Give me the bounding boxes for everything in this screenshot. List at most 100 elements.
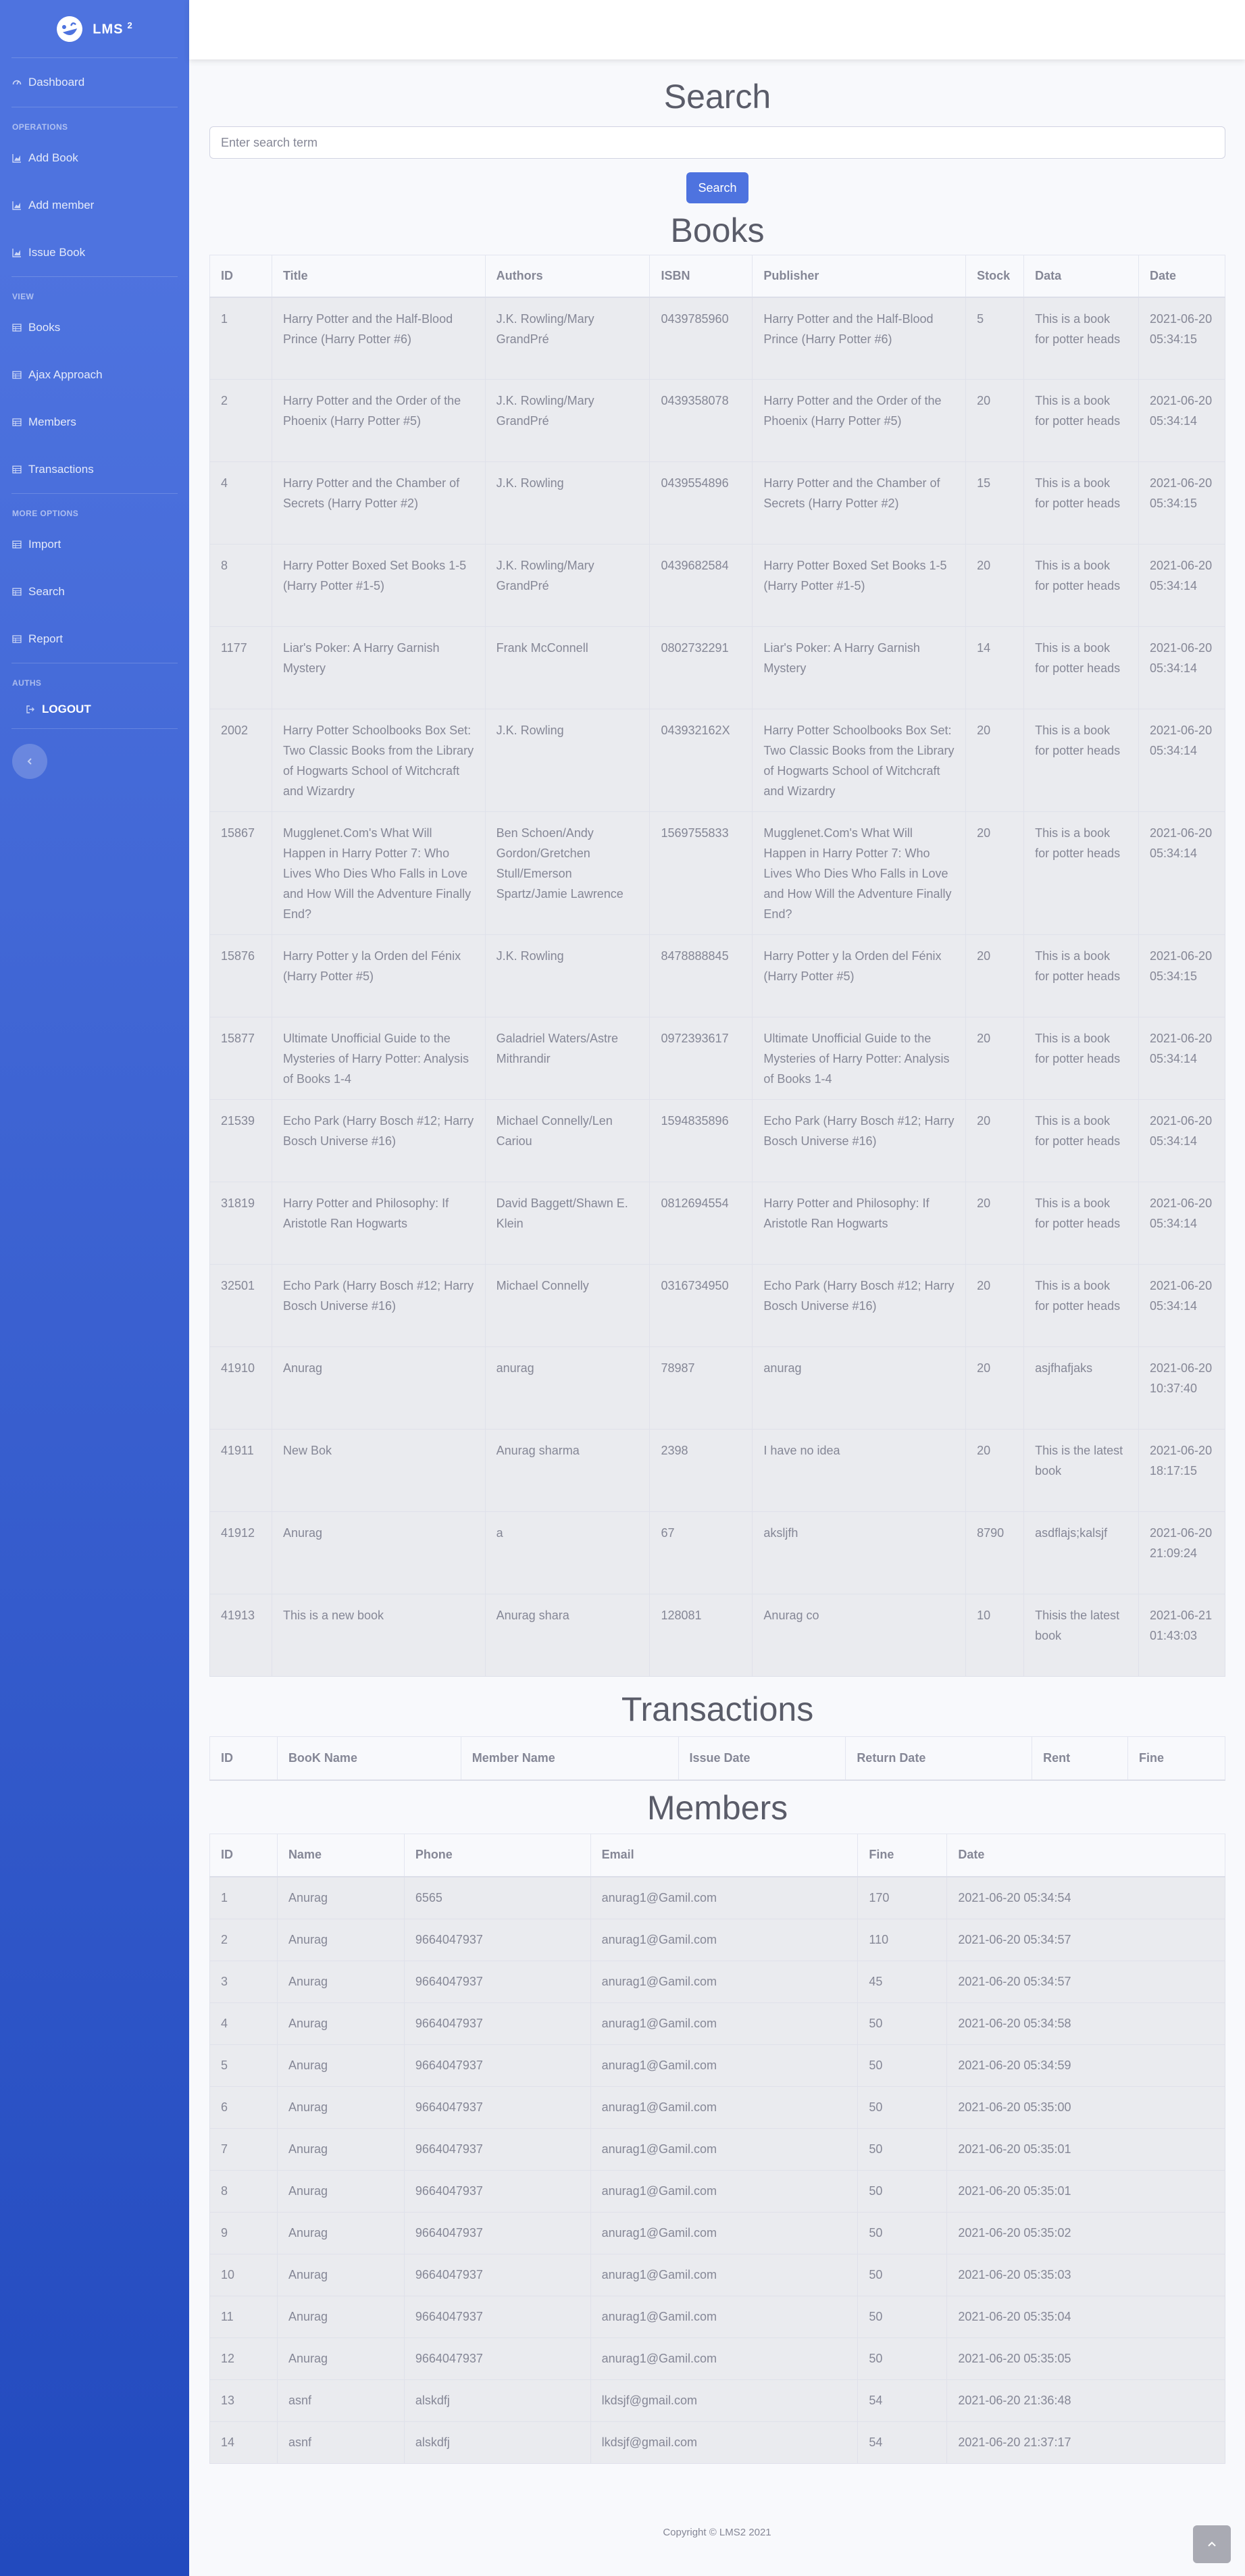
table-cell: 128081 — [649, 1594, 753, 1677]
books-column-header: Stock — [965, 255, 1025, 298]
table-cell: J.K. Rowling/Mary GrandPré — [484, 297, 651, 380]
sidebar-item-ajax-approach[interactable]: Ajax Approach — [0, 351, 189, 399]
table-cell: 20 — [965, 811, 1025, 935]
table-cell: Anurag — [271, 1511, 486, 1594]
transactions-column-header: Member Name — [460, 1736, 679, 1781]
table-cell: 2021-06-20 05:35:04 — [946, 2295, 1225, 2338]
table-cell: 13 — [209, 2379, 278, 2422]
table-cell: 4 — [209, 461, 272, 545]
sidebar-brand[interactable]: LMS 2 — [0, 0, 189, 57]
transactions-title: Transactions — [621, 1690, 814, 1728]
table-cell: 15867 — [209, 811, 272, 935]
table-cell: anurag1@Gamil.com — [590, 2044, 859, 2087]
table-cell: Michael Connelly/Len Cariou — [484, 1099, 651, 1182]
search-button[interactable]: Search — [686, 172, 748, 203]
table-row: 8 Anurag 9664047937 anurag1@Gamil.com 50 2021… — [209, 2169, 1225, 2213]
sidebar-item-transactions[interactable]: Transactions — [0, 446, 189, 493]
table-cell: Anurag — [276, 2044, 405, 2087]
table-cell: Harry Potter Boxed Set Books 1-5 (Harry … — [271, 544, 486, 627]
table-cell: 11 — [209, 2295, 278, 2338]
table-icon — [12, 371, 22, 379]
sidebar-item-add-member[interactable]: Add member — [0, 182, 189, 229]
sidebar-item-books[interactable]: Books — [0, 304, 189, 351]
table-row: 9 Anurag 9664047937 anurag1@Gamil.com 50 2021… — [209, 2211, 1225, 2254]
table-cell: Anurag — [276, 1876, 405, 1919]
members-column-header: Name — [276, 1833, 405, 1877]
chevron-left-icon — [27, 758, 32, 765]
sidebar-item-logout[interactable]: LOGOUT — [0, 690, 189, 728]
table-row: 1177 Liar's Poker: A Harry Garnish Myster… — [209, 626, 1225, 709]
table-cell: This is a book for potter heads — [1023, 934, 1139, 1017]
sidebar: LMS 2 Dashboard OPERATIONS Add Book Add m… — [0, 0, 189, 2576]
table-cell: 78987 — [649, 1346, 753, 1430]
table-row: 1 Harry Potter and the Half-Blood Prince … — [209, 297, 1225, 380]
table-cell: Harry Potter and Philosophy: If Aristotl… — [271, 1182, 486, 1265]
table-cell: 20 — [965, 1099, 1025, 1182]
books-table: ID Title Authors ISBN Publisher Stock Data Date… — [209, 255, 1225, 1677]
table-icon — [12, 540, 22, 549]
scroll-to-top-button[interactable] — [1193, 2525, 1231, 2563]
sidebar-item-issue-book[interactable]: Issue Book — [0, 229, 189, 276]
table-cell: 2021-06-20 05:35:03 — [946, 2253, 1225, 2296]
sidebar-item-search[interactable]: Search — [0, 568, 189, 615]
table-cell: 12 — [209, 2337, 278, 2380]
sidebar-item-import[interactable]: Import — [0, 521, 189, 568]
table-row: 41913 This is a new book Anurag shara 12808… — [209, 1594, 1225, 1677]
table-cell: 50 — [857, 2295, 948, 2338]
members-header-row: ID Name Phone Email Fine Date — [209, 1833, 1225, 1877]
books-column-header: ID — [209, 255, 272, 298]
books-column-header: Authors — [484, 255, 651, 298]
table-cell: 0439358078 — [649, 379, 753, 462]
table-cell: lkdsjf@gmail.com — [590, 2379, 859, 2422]
table-cell: Echo Park (Harry Bosch #12; Harry Bosch … — [752, 1099, 967, 1182]
table-row: 4 Harry Potter and the Chamber of Secrets… — [209, 461, 1225, 545]
sidebar-toggle-button[interactable] — [12, 744, 47, 779]
table-cell: 1 — [209, 297, 272, 380]
sidebar-item-members[interactable]: Members — [0, 399, 189, 446]
table-cell: 10 — [965, 1594, 1025, 1677]
table-cell: 2021-06-20 05:34:59 — [946, 2044, 1225, 2087]
table-cell: 2021-06-20 05:34:14 — [1138, 1264, 1225, 1347]
books-column-header: Date — [1138, 255, 1225, 298]
table-cell: 15877 — [209, 1017, 272, 1100]
table-cell: anurag1@Gamil.com — [590, 1918, 859, 1961]
table-cell: 2 — [209, 379, 272, 462]
table-cell: 2021-06-20 05:34:54 — [946, 1876, 1225, 1919]
table-cell: This is a book for potter heads — [1023, 461, 1139, 545]
table-cell: 4 — [209, 2002, 278, 2045]
table-cell: 2021-06-20 05:34:57 — [946, 1960, 1225, 2003]
table-cell: 50 — [857, 2127, 948, 2171]
table-cell: 20 — [965, 1346, 1025, 1430]
table-cell: asnf — [276, 2379, 405, 2422]
table-row: 15877 Ultimate Unofficial Guide to the My… — [209, 1017, 1225, 1100]
table-cell: Mugglenet.Com's What Will Happen in Harr… — [271, 811, 486, 935]
search-input[interactable] — [209, 126, 1225, 159]
table-cell: J.K. Rowling — [484, 934, 651, 1017]
table-row: 1 Anurag 6565 anurag1@Gamil.com 170 2021-06-2… — [209, 1876, 1225, 1919]
table-cell: 2021-06-20 05:34:15 — [1138, 461, 1225, 545]
sidebar-item-add-book[interactable]: Add Book — [0, 134, 189, 182]
sidebar-item-dashboard[interactable]: Dashboard — [0, 58, 189, 107]
table-cell: Thisis the latest book — [1023, 1594, 1139, 1677]
table-cell: 8 — [209, 2169, 278, 2213]
table-cell: Anurag sharma — [484, 1429, 651, 1512]
table-row: 2002 Harry Potter Schoolbooks Box Set: Tw… — [209, 709, 1225, 812]
table-cell: 2002 — [209, 709, 272, 812]
table-cell: anurag1@Gamil.com — [590, 2295, 859, 2338]
table-cell: anurag1@Gamil.com — [590, 1876, 859, 1919]
chart-area-icon — [12, 249, 21, 257]
table-cell: 9664047937 — [403, 1960, 591, 2003]
sidebar-heading-operations: OPERATIONS — [12, 122, 68, 132]
table-cell: 1569755833 — [649, 811, 753, 935]
table-icon — [12, 588, 22, 596]
sidebar-item-report[interactable]: Report — [0, 615, 189, 663]
table-row: 6 Anurag 9664047937 anurag1@Gamil.com 50 2021… — [209, 2086, 1225, 2129]
table-cell: 6 — [209, 2086, 278, 2129]
table-cell: 9664047937 — [403, 2002, 591, 2045]
table-cell: This is a new book — [271, 1594, 486, 1677]
table-cell: a — [484, 1511, 651, 1594]
table-row: 2 Anurag 9664047937 anurag1@Gamil.com 110 202… — [209, 1918, 1225, 1961]
books-column-header: ISBN — [649, 255, 753, 298]
sidebar-heading-auths: AUTHS — [12, 678, 42, 688]
table-cell: Harry Potter y la Orden del Fénix (Harry… — [271, 934, 486, 1017]
